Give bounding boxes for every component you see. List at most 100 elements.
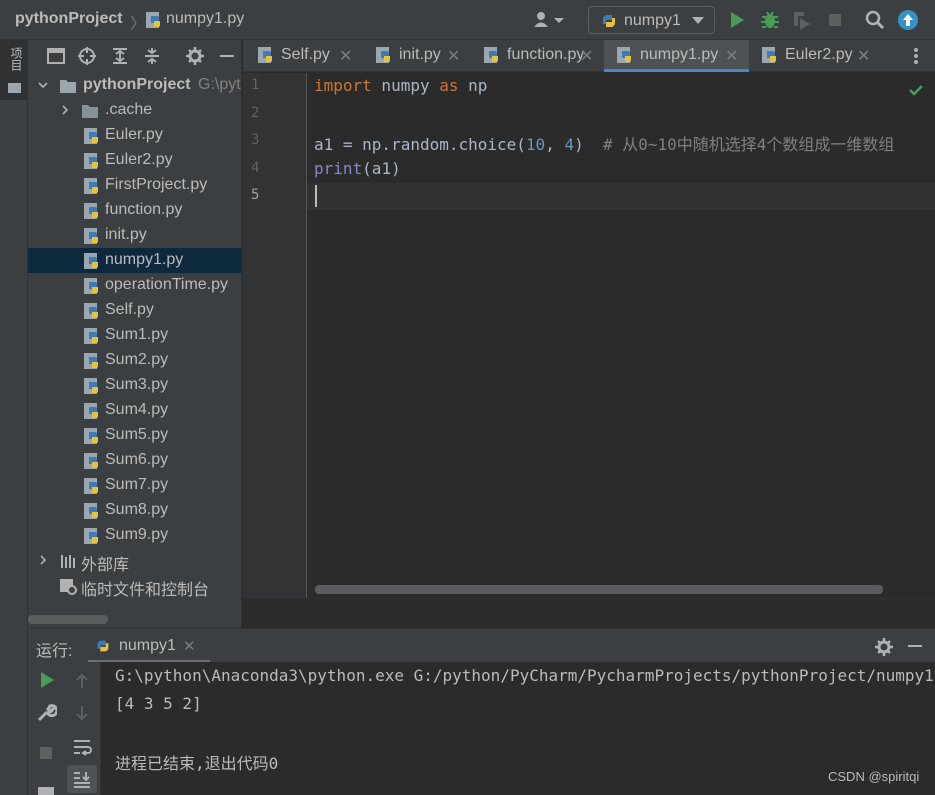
tree-root[interactable]: pythonProject G:\pyt	[28, 73, 241, 98]
breadcrumb-file[interactable]: numpy1.py	[166, 10, 244, 28]
tree-file-label: Sum1.py	[105, 326, 169, 343]
tree-file[interactable]: Euler2.py	[28, 148, 241, 173]
tree-folder-cache[interactable]: .cache	[28, 98, 241, 123]
stop-icon[interactable]	[35, 742, 57, 764]
tree-file-label: Sum4.py	[105, 401, 169, 418]
down-arrow-icon[interactable]	[71, 702, 93, 724]
breadcrumb-project[interactable]: pythonProject	[15, 10, 123, 28]
run-tab-label: numpy1	[119, 637, 176, 654]
collapse-all-icon[interactable]	[142, 46, 162, 66]
python-file-icon	[84, 378, 98, 394]
number-literal: 4	[564, 135, 575, 154]
tree-file-label: Sum7.py	[105, 476, 169, 493]
tree-file[interactable]: numpy1.py	[28, 248, 241, 273]
editor-tab-label: function.py	[507, 46, 585, 63]
soft-wrap-icon[interactable]	[71, 736, 93, 758]
tree-file[interactable]: function.py	[28, 198, 241, 223]
project-panel-toolbar	[28, 40, 241, 72]
up-arrow-icon[interactable]	[71, 670, 93, 692]
chevron-right-icon[interactable]	[60, 105, 70, 115]
run-console[interactable]: G:\python\Anaconda3\python.exe G:/python…	[101, 662, 935, 795]
project-view-icon[interactable]	[46, 46, 66, 66]
watermark: CSDN @spiritqi	[828, 769, 920, 784]
gear-icon[interactable]	[874, 637, 894, 657]
wrench-icon[interactable]	[35, 702, 57, 724]
stop-icon[interactable]	[824, 9, 846, 31]
left-tool-strip: 项目	[0, 40, 28, 795]
builtin-print: print	[314, 159, 363, 178]
check-icon[interactable]	[907, 81, 925, 99]
expand-all-icon[interactable]	[110, 46, 130, 66]
python-file-icon	[84, 178, 98, 194]
close-icon[interactable]: ✕	[725, 46, 738, 66]
folder-icon	[8, 83, 21, 93]
tree-file[interactable]: Sum7.py	[28, 473, 241, 498]
locate-icon[interactable]	[77, 46, 97, 66]
tree-file[interactable]: Sum2.py	[28, 348, 241, 373]
run-tab[interactable]: numpy1 ✕	[88, 629, 210, 663]
tree-scratches[interactable]: 临时文件和控制台	[28, 573, 241, 599]
layout-icon[interactable]	[35, 782, 57, 795]
python-file-icon	[84, 128, 98, 144]
editor-tab[interactable]: Self.py ✕	[245, 40, 363, 72]
folder-icon	[60, 80, 76, 93]
project-tool-tab[interactable]: 项目	[0, 40, 28, 100]
tree-file-label: Sum9.py	[105, 526, 169, 543]
close-icon[interactable]: ✕	[447, 46, 460, 66]
tree-file-label: Sum2.py	[105, 351, 169, 368]
hide-icon[interactable]	[217, 46, 237, 66]
tree-file[interactable]: FirstProject.py	[28, 173, 241, 198]
line-number: 2	[251, 104, 260, 121]
python-icon	[603, 15, 615, 27]
update-icon[interactable]	[897, 9, 919, 31]
scroll-to-end-toggle[interactable]	[67, 765, 97, 793]
run-configuration-selector[interactable]: numpy1	[588, 6, 715, 34]
tree-external-libraries[interactable]: 外部库	[28, 548, 241, 574]
python-file-icon	[84, 253, 98, 269]
tree-file[interactable]: Sum6.py	[28, 448, 241, 473]
run-panel-title: 运行:	[36, 643, 73, 660]
user-icon[interactable]	[532, 10, 568, 30]
editor-tab[interactable]: init.py ✕	[363, 40, 471, 72]
close-icon[interactable]: ✕	[339, 46, 352, 66]
chevron-right-icon[interactable]	[38, 555, 48, 565]
tree-file[interactable]: Sum9.py	[28, 523, 241, 548]
console-line: 进程已结束,退出代码0	[115, 754, 279, 773]
hide-icon[interactable]	[908, 645, 922, 647]
code-line-4: print(a1)	[314, 159, 401, 178]
tree-file[interactable]: Self.py	[28, 298, 241, 323]
editor-tab[interactable]: Euler2.py ✕	[749, 40, 881, 72]
scroll-to-end-icon	[74, 772, 90, 788]
close-icon[interactable]: ✕	[857, 46, 870, 66]
tree-file[interactable]: Sum5.py	[28, 423, 241, 448]
run-icon[interactable]	[726, 9, 748, 31]
gear-icon[interactable]	[185, 46, 205, 66]
project-panel-scrollbar[interactable]	[28, 615, 108, 624]
project-tool-tab-label: 项目	[9, 47, 23, 71]
code-comment: # 从0~10中随机选择4个数组成一维数组	[603, 135, 895, 154]
search-icon[interactable]	[864, 9, 886, 31]
tree-file[interactable]: Sum4.py	[28, 398, 241, 423]
editor-tab[interactable]: function.py ✕	[471, 40, 604, 72]
code-editor[interactable]: import numpy as np a1 = np.random.choice…	[307, 73, 935, 598]
tree-file-label: numpy1.py	[105, 251, 184, 268]
more-icon[interactable]	[908, 44, 924, 68]
debug-icon[interactable]	[759, 9, 781, 31]
python-file-icon	[84, 478, 98, 494]
tree-file[interactable]: Sum8.py	[28, 498, 241, 523]
coverage-icon[interactable]	[791, 9, 813, 31]
rerun-icon[interactable]	[36, 669, 58, 691]
tree-file[interactable]: Euler.py	[28, 123, 241, 148]
close-icon[interactable]: ✕	[183, 637, 196, 655]
line-number: 3	[251, 132, 260, 148]
editor-tab[interactable]: numpy1.py ✕	[604, 40, 749, 72]
tree-file[interactable]: Sum3.py	[28, 373, 241, 398]
tree-file[interactable]: init.py	[28, 223, 241, 248]
close-icon[interactable]: ✕	[580, 46, 593, 66]
chevron-down-icon[interactable]	[38, 80, 48, 90]
tree-file-label: function.py	[105, 201, 183, 218]
python-file-icon	[84, 528, 98, 544]
tree-file[interactable]: Sum1.py	[28, 323, 241, 348]
tree-file[interactable]: operationTime.py	[28, 273, 241, 298]
editor-horizontal-scrollbar[interactable]	[315, 585, 883, 594]
